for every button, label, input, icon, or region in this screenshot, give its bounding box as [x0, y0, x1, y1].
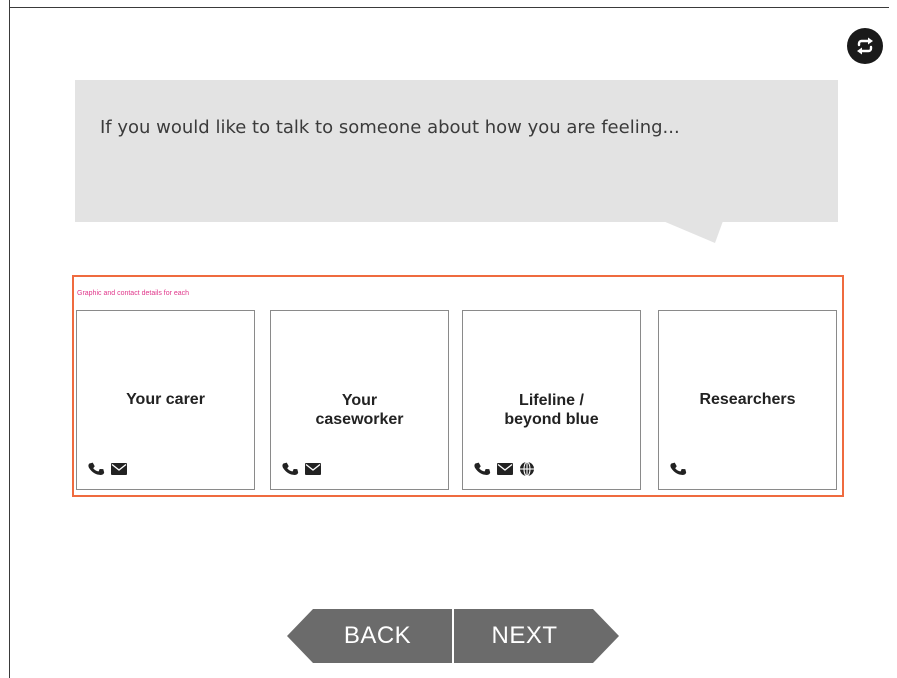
- contact-card-caseworker[interactable]: Your caseworker: [270, 310, 449, 490]
- back-button[interactable]: BACK: [287, 609, 452, 663]
- phone-icon[interactable]: [473, 460, 491, 478]
- mail-icon[interactable]: [305, 463, 321, 475]
- repeat-icon: [857, 37, 873, 55]
- card-title: Researchers: [659, 390, 836, 409]
- card-title-line: Researchers: [699, 391, 796, 408]
- speech-bubble-tail: [663, 221, 723, 243]
- contact-card-lifeline[interactable]: Lifeline / beyond blue: [462, 310, 641, 490]
- card-contact-icons: [473, 460, 535, 478]
- phone-icon[interactable]: [87, 460, 105, 478]
- repeat-toggle-button[interactable]: [847, 28, 883, 64]
- speech-bubble: [75, 80, 838, 222]
- card-title-line: Lifeline /: [519, 392, 584, 409]
- card-title-line: Your: [341, 392, 378, 409]
- card-title-line: Your carer: [126, 391, 205, 408]
- next-button[interactable]: NEXT: [454, 609, 619, 663]
- card-contact-icons: [87, 460, 127, 478]
- panel-note: Graphic and contact details for each: [77, 290, 190, 297]
- mail-icon[interactable]: [111, 463, 127, 475]
- card-contact-icons: [669, 460, 687, 478]
- card-title: Lifeline / beyond blue: [463, 391, 640, 429]
- contact-card-carer[interactable]: Your carer: [76, 310, 255, 490]
- phone-icon[interactable]: [281, 460, 299, 478]
- contact-card-researchers[interactable]: Researchers: [658, 310, 837, 490]
- phone-icon[interactable]: [669, 460, 687, 478]
- frame-border-top: [9, 7, 889, 8]
- card-contact-icons: [281, 460, 321, 478]
- frame-border-left: [9, 0, 10, 678]
- prompt-text: If you would like to talk to someone abo…: [100, 117, 680, 138]
- card-title-line: beyond blue: [504, 411, 599, 428]
- card-title-line: caseworker: [315, 411, 404, 428]
- globe-icon[interactable]: [519, 461, 535, 477]
- card-title: Your carer: [77, 390, 254, 409]
- card-title: Your caseworker: [271, 391, 448, 429]
- mail-icon[interactable]: [497, 463, 513, 475]
